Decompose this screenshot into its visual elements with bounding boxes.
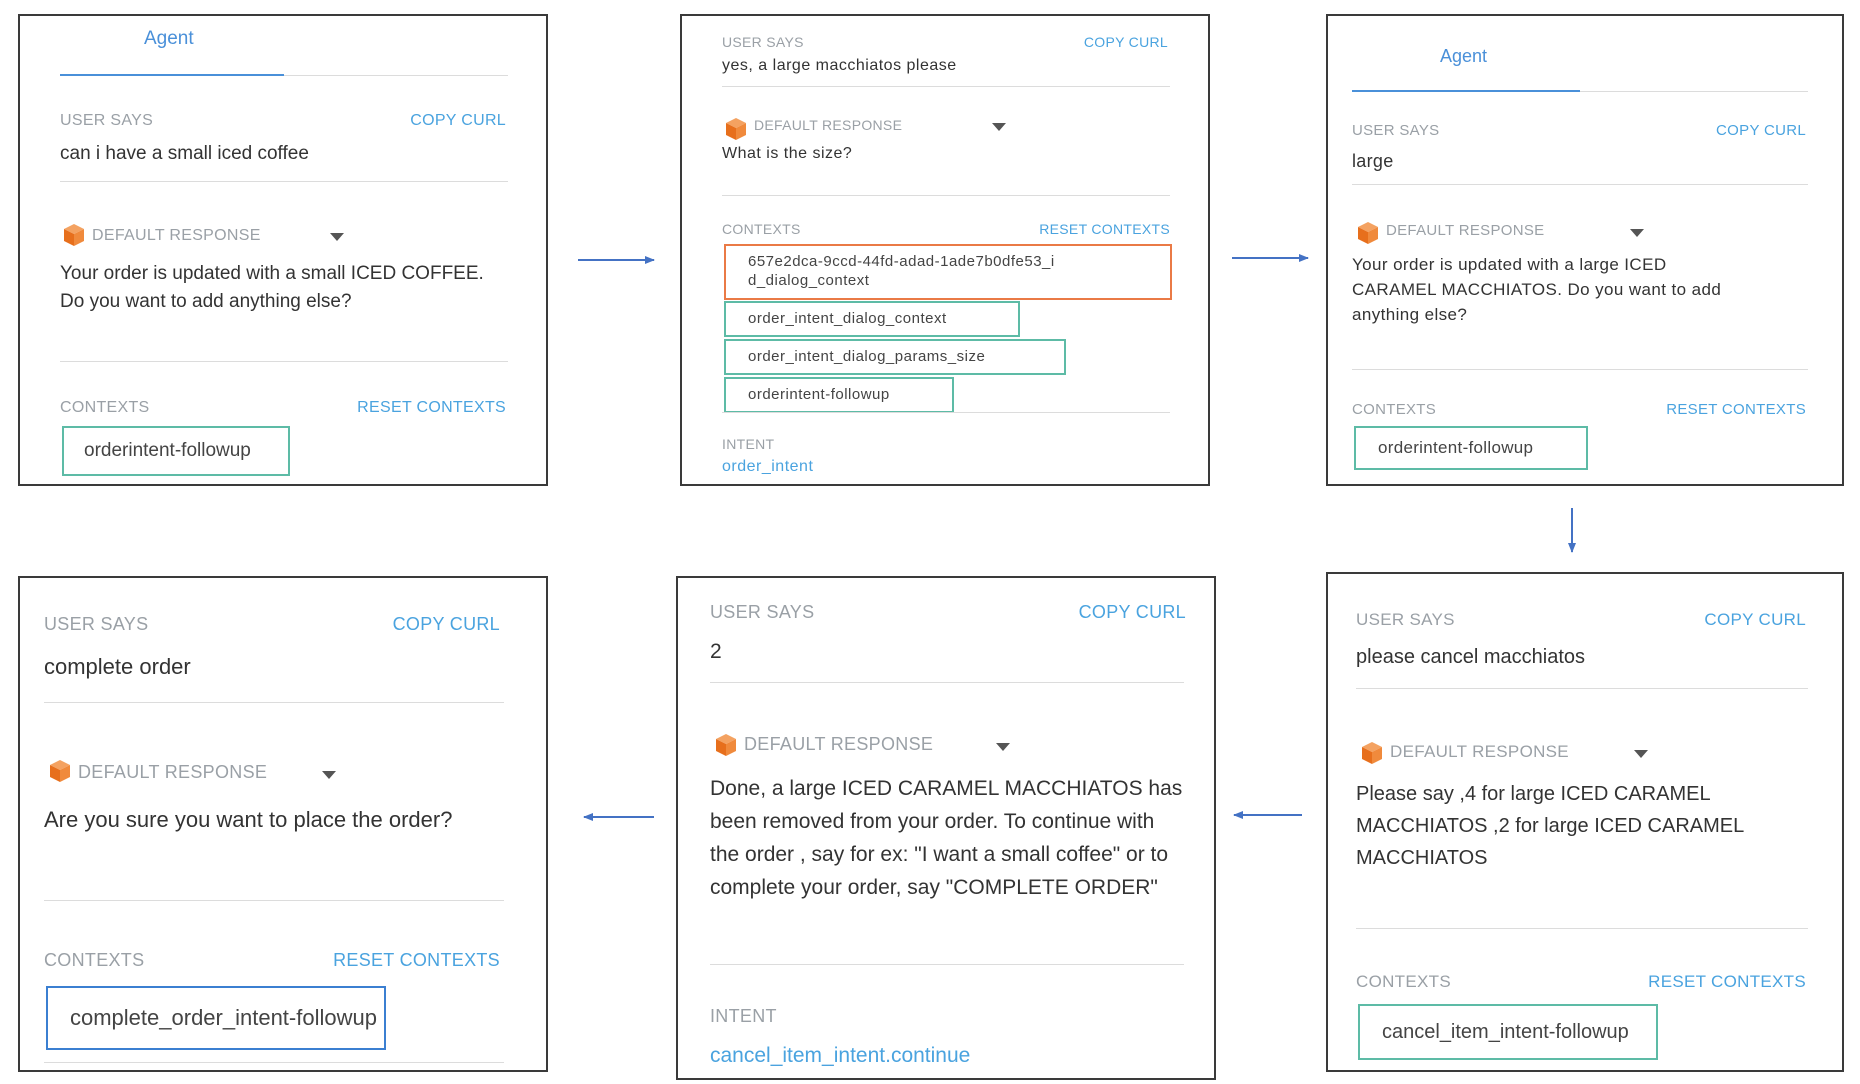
flow-arrows <box>578 254 1576 821</box>
